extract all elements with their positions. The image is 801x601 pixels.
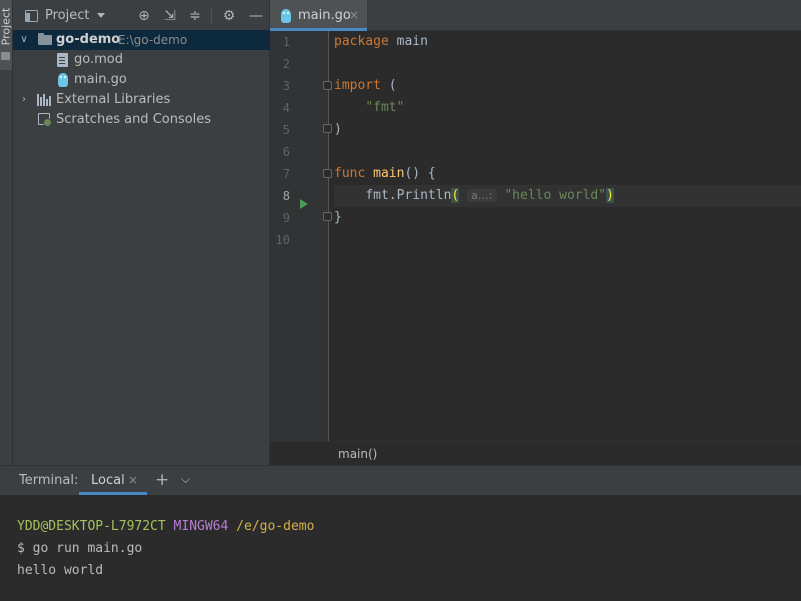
folder-icon bbox=[38, 33, 52, 45]
tree-item-label: main.go bbox=[74, 72, 127, 87]
line-number: 3 bbox=[282, 79, 290, 93]
line-number-current: 8 bbox=[282, 189, 290, 203]
function-name: main bbox=[365, 166, 405, 181]
prompt-system: MINGW64 bbox=[173, 519, 229, 534]
tab-label: Local bbox=[91, 473, 125, 488]
line-number: 9 bbox=[282, 211, 290, 225]
close-icon[interactable]: × bbox=[349, 8, 359, 22]
project-panel: Project ⊕ ⇲ ≑ ⚙ — ∨ go-demo E:\go-demo g… bbox=[13, 0, 270, 465]
go-file-icon bbox=[281, 9, 291, 23]
call-expression: fmt.Println bbox=[365, 188, 452, 203]
chevron-down-icon[interactable]: ⌵ bbox=[181, 472, 190, 487]
terminal-title: Terminal: bbox=[19, 473, 79, 488]
bracket-match: ) bbox=[606, 188, 614, 203]
code-line: "fmt" bbox=[334, 97, 801, 119]
tree-item-scratches[interactable]: Scratches and Consoles bbox=[13, 110, 270, 130]
code-line: import ( bbox=[334, 75, 801, 97]
gear-icon[interactable]: ⚙ bbox=[221, 8, 237, 24]
tab-label: main.go bbox=[298, 8, 351, 23]
terminal-panel: Terminal: Local × + ⌵ YDD@DESKTOP-L7972C… bbox=[0, 465, 801, 601]
parameter-hint: a…: bbox=[467, 189, 497, 202]
breadcrumb[interactable]: main() bbox=[338, 447, 377, 461]
keyword: import bbox=[334, 78, 381, 93]
code-line-current: fmt.Println( a…: "hello world") bbox=[334, 185, 801, 207]
close-icon[interactable]: × bbox=[128, 473, 138, 487]
gutter-divider bbox=[328, 31, 329, 441]
fold-icon[interactable] bbox=[323, 212, 332, 221]
keyword: package bbox=[334, 34, 389, 49]
fold-icon[interactable] bbox=[323, 81, 332, 90]
tree-item-label: Scratches and Consoles bbox=[56, 112, 212, 127]
minimize-icon[interactable]: — bbox=[248, 8, 264, 24]
file-icon bbox=[57, 53, 68, 67]
go-file-icon bbox=[58, 73, 68, 87]
panel-layout-icon bbox=[25, 10, 38, 22]
scratches-icon bbox=[38, 113, 52, 127]
add-terminal-icon[interactable]: + bbox=[155, 470, 169, 490]
collapse-all-icon[interactable]: ≑ bbox=[187, 8, 203, 24]
run-icon[interactable] bbox=[300, 199, 308, 209]
tab-terminal-local[interactable]: Local × bbox=[79, 466, 147, 495]
prompt-path: /e/go-demo bbox=[236, 519, 315, 534]
fold-icon[interactable] bbox=[323, 124, 332, 133]
line-number: 1 bbox=[282, 35, 290, 49]
chevron-down-icon[interactable]: ∨ bbox=[19, 30, 29, 50]
project-view-selector[interactable]: Project bbox=[45, 8, 89, 23]
chevron-right-icon[interactable]: › bbox=[19, 90, 29, 110]
package-name: main bbox=[388, 34, 428, 49]
tree-item-label: go-demo bbox=[56, 32, 121, 47]
keyword: func bbox=[334, 166, 366, 181]
libraries-icon bbox=[37, 94, 51, 106]
code-line: func main() { bbox=[334, 163, 801, 185]
line-number: 6 bbox=[282, 145, 290, 159]
line-number: 10 bbox=[275, 233, 290, 247]
tree-item-external-libraries[interactable]: › External Libraries bbox=[13, 90, 270, 110]
project-panel-header: Project ⊕ ⇲ ≑ ⚙ — bbox=[13, 0, 270, 31]
line-number: 4 bbox=[282, 101, 290, 115]
terminal-output-line: hello world bbox=[17, 563, 104, 578]
project-tool-label: Project bbox=[0, 7, 13, 46]
code-area[interactable]: package main import ( "fmt" ) func main(… bbox=[334, 31, 801, 441]
line-number: 2 bbox=[282, 57, 290, 71]
code-text: ) bbox=[334, 122, 342, 137]
string-literal: "hello world" bbox=[504, 188, 607, 203]
line-gutter: 1 2 3 4 5 6 7 8 9 10 bbox=[270, 31, 328, 441]
editor-tab-bar: main.go × bbox=[270, 0, 801, 31]
terminal-header: Terminal: Local × + ⌵ bbox=[0, 466, 801, 495]
line-number: 5 bbox=[282, 123, 290, 137]
breadcrumb-bar: main() bbox=[270, 441, 801, 465]
tree-item-go-demo[interactable]: ∨ go-demo E:\go-demo bbox=[13, 30, 270, 50]
line-number: 7 bbox=[282, 167, 290, 181]
chevron-down-icon[interactable] bbox=[97, 13, 105, 18]
prompt-user: YDD@DESKTOP-L7972CT bbox=[17, 519, 166, 534]
tree-item-main-go[interactable]: main.go bbox=[13, 70, 270, 90]
code-line: ) bbox=[334, 119, 801, 141]
terminal-command-line: $ go run main.go bbox=[17, 541, 143, 556]
terminal-prompt-line: YDD@DESKTOP-L7972CT MINGW64 /e/go-demo bbox=[17, 517, 314, 537]
tree-item-go-mod[interactable]: go.mod bbox=[13, 50, 270, 70]
tool-window-strip: Project bbox=[0, 0, 13, 465]
tree-item-label: go.mod bbox=[74, 52, 123, 67]
project-tool-tab[interactable]: Project bbox=[0, 0, 13, 70]
tree-item-label: External Libraries bbox=[56, 92, 171, 107]
string-literal: "fmt" bbox=[365, 100, 405, 115]
folder-icon bbox=[1, 52, 10, 60]
tree-item-path: E:\go-demo bbox=[118, 33, 188, 47]
divider bbox=[211, 9, 212, 23]
code-text: () { bbox=[404, 166, 436, 181]
expand-all-icon[interactable]: ⇲ bbox=[162, 8, 178, 24]
editor: main.go × 1 2 3 4 5 6 7 8 9 10 package m… bbox=[270, 0, 801, 465]
code-line: } bbox=[334, 207, 801, 229]
locate-icon[interactable]: ⊕ bbox=[136, 8, 152, 24]
tab-main-go[interactable]: main.go × bbox=[270, 0, 367, 31]
code-line: package main bbox=[334, 31, 801, 53]
fold-icon[interactable] bbox=[323, 169, 332, 178]
bracket-match: ( bbox=[451, 188, 460, 203]
code-text: ( bbox=[380, 78, 397, 93]
code-text: } bbox=[334, 210, 342, 225]
